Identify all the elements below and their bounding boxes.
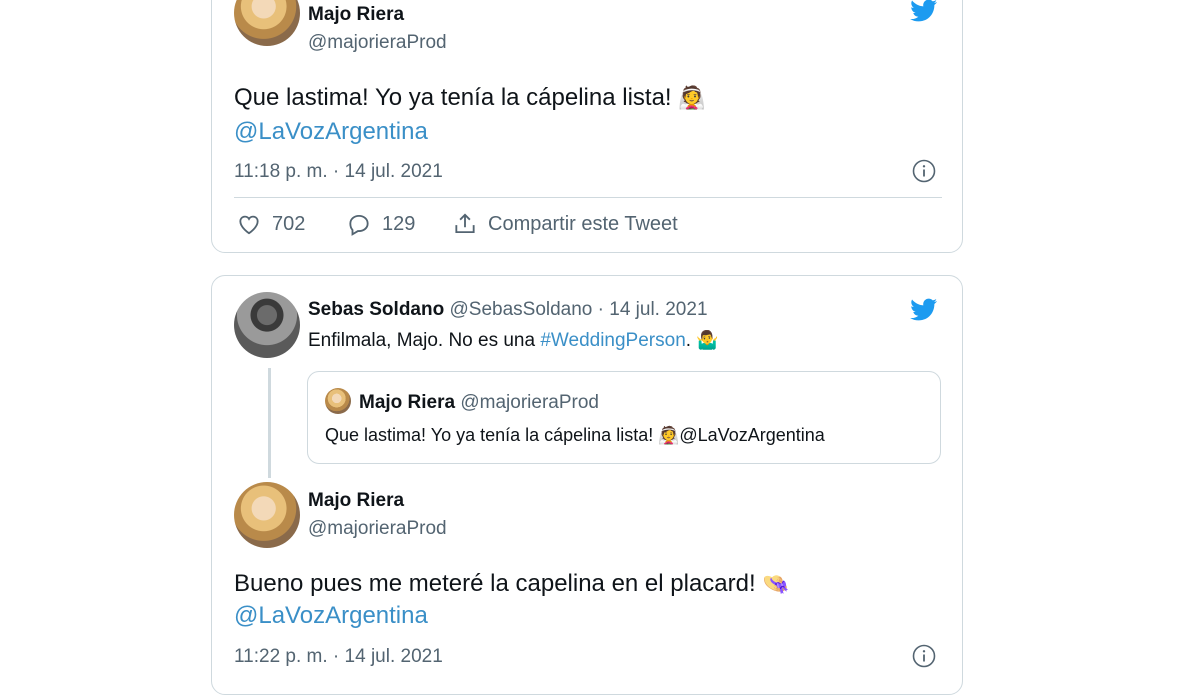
- author-handle-date[interactable]: @SebasSoldano · 14 jul. 2021: [449, 299, 707, 320]
- tweet-timestamp[interactable]: 11:18 p. m. · 14 jul. 2021: [234, 161, 443, 183]
- hat-emoji: 👒: [762, 571, 790, 596]
- quote-header: Majo Riera @majorieraProd: [359, 392, 599, 414]
- tweet-text-body: Enfilmala, Majo. No es una: [308, 330, 536, 351]
- share-label: Compartir este Tweet: [488, 212, 678, 235]
- tweet-text-body: Que lastima! Yo ya tenía la cápelina lis…: [234, 84, 672, 111]
- shrug-emoji: 🤷‍♂️: [696, 330, 719, 350]
- quoted-tweet[interactable]: Majo Riera @majorieraProd Que lastima! Y…: [307, 371, 941, 464]
- mention-link[interactable]: @LaVozArgentina: [234, 602, 428, 630]
- tweet-header: Sebas Soldano @SebasSoldano · 14 jul. 20…: [308, 299, 708, 321]
- bride-emoji: 👰: [678, 85, 706, 110]
- tweet-timestamp[interactable]: 11:22 p. m. · 14 jul. 2021: [234, 646, 443, 668]
- tweet-text-suffix: .: [685, 330, 692, 351]
- tweet-text: Bueno pues me meteré la capelina en el p…: [234, 570, 790, 598]
- tweet-text: Que lastima! Yo ya tenía la cápelina lis…: [234, 84, 706, 112]
- tweet-text-body: Bueno pues me meteré la capelina en el p…: [234, 570, 756, 597]
- tweet-text: Enfilmala, Majo. No es una #WeddingPerso…: [308, 330, 719, 352]
- info-icon[interactable]: [912, 159, 936, 183]
- quote-author-handle[interactable]: @majorieraProd: [460, 392, 599, 413]
- divider: [234, 197, 942, 198]
- bride-emoji: 👰: [658, 426, 680, 445]
- avatar[interactable]: [234, 482, 300, 548]
- quote-text-body: Que lastima! Yo ya tenía la cápelina lis…: [325, 425, 654, 445]
- reply-button[interactable]: 129: [346, 211, 415, 237]
- twitter-bird-icon[interactable]: [908, 0, 940, 24]
- quote-author-name[interactable]: Majo Riera: [359, 392, 455, 413]
- twitter-bird-icon[interactable]: [908, 296, 940, 323]
- author-name[interactable]: Majo Riera: [308, 490, 404, 512]
- like-button[interactable]: 702: [236, 211, 305, 237]
- quote-mention: @LaVozArgentina: [679, 425, 825, 445]
- hashtag-link[interactable]: #WeddingPerson: [540, 330, 685, 351]
- reply-count: 129: [382, 212, 416, 235]
- like-count: 702: [272, 212, 306, 235]
- info-icon[interactable]: [912, 644, 936, 668]
- share-button[interactable]: Compartir este Tweet: [452, 211, 678, 237]
- heart-icon: [239, 215, 259, 235]
- author-handle[interactable]: @majorieraProd: [308, 32, 447, 54]
- thread-line: [268, 368, 271, 478]
- share-icon: [455, 213, 475, 234]
- tweet-card-sebas[interactable]: Sebas Soldano @SebasSoldano · 14 jul. 20…: [211, 275, 963, 695]
- quote-text: Que lastima! Yo ya tenía la cápelina lis…: [325, 425, 825, 446]
- tweet-card-majo[interactable]: Majo Riera @majorieraProd Que lastima! Y…: [211, 0, 963, 253]
- mention-link[interactable]: @LaVozArgentina: [234, 118, 428, 146]
- avatar[interactable]: [234, 0, 300, 46]
- avatar[interactable]: [325, 388, 351, 414]
- author-handle[interactable]: @majorieraProd: [308, 518, 447, 540]
- avatar[interactable]: [234, 292, 300, 358]
- author-name[interactable]: Sebas Soldano: [308, 299, 444, 320]
- author-name[interactable]: Majo Riera: [308, 4, 404, 26]
- reply-icon: [349, 214, 369, 236]
